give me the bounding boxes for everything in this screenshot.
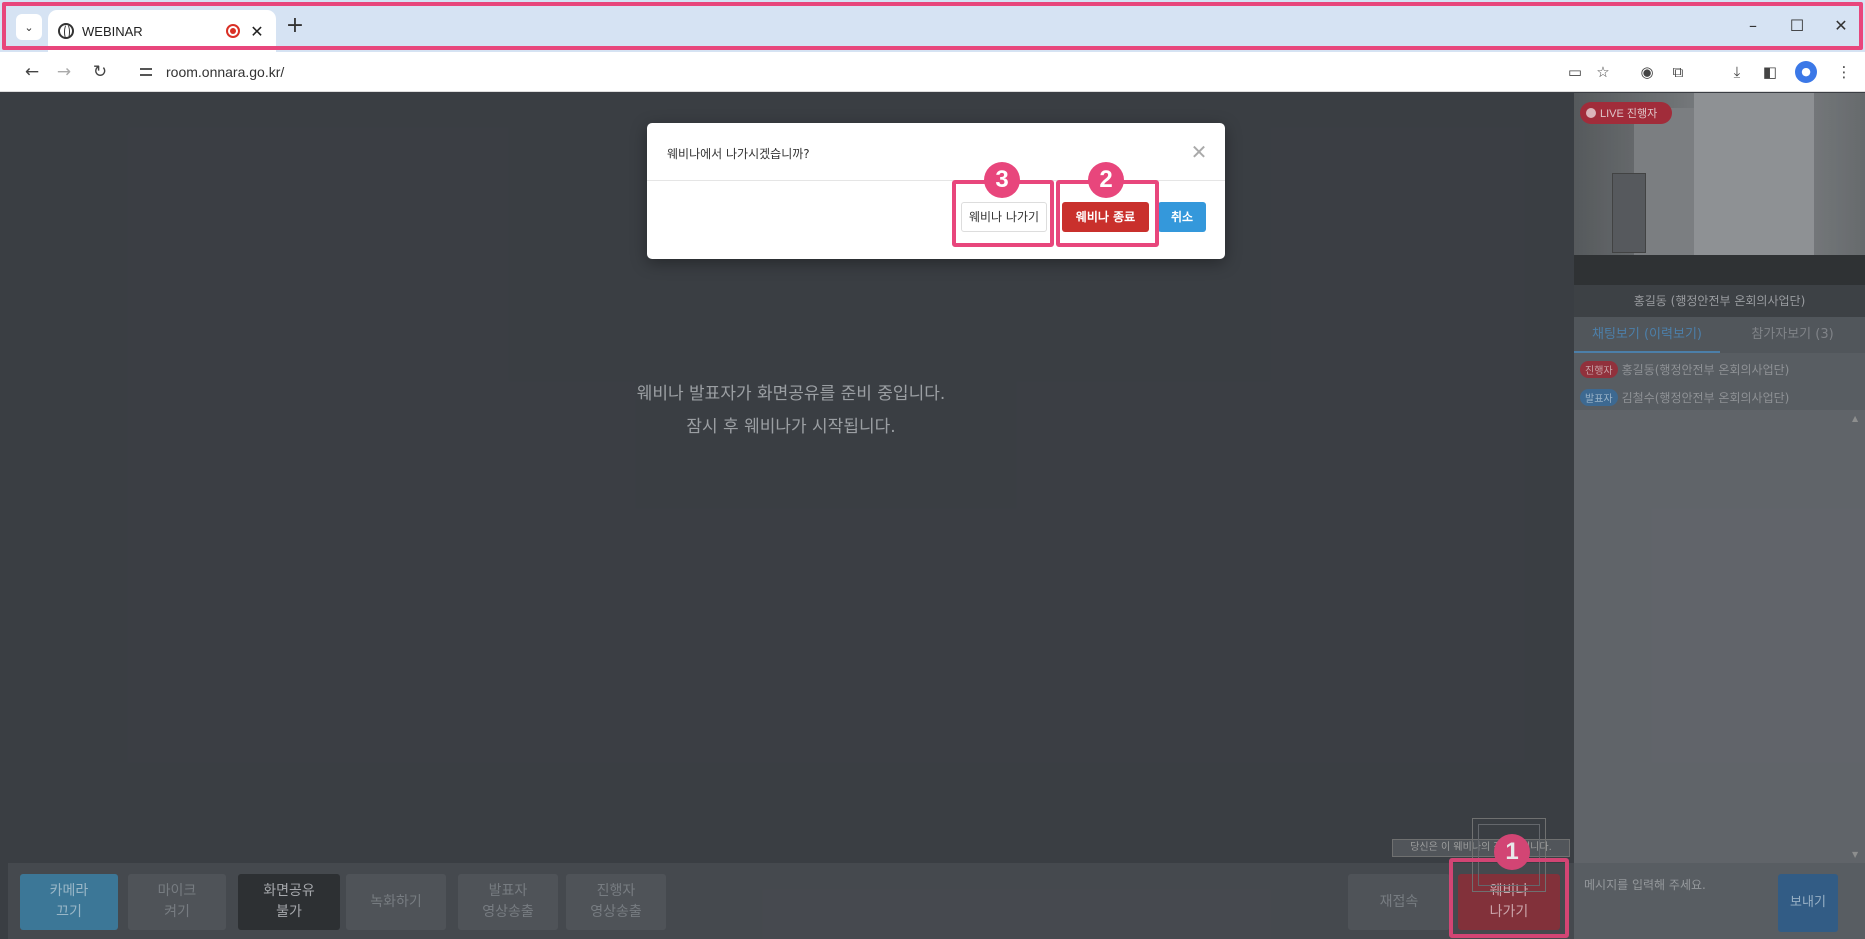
stage-message: 웨비나 발표자가 화면공유를 준비 중입니다. 잠시 후 웨비나가 시작됩니다. bbox=[8, 378, 1574, 444]
dialog-close-icon[interactable]: ✕ bbox=[1187, 140, 1211, 164]
chat-messages-area bbox=[1574, 410, 1865, 863]
participant-row: 발표자 김철수(행정안전부 온회의사업단) bbox=[1580, 386, 1789, 408]
live-dot-icon bbox=[1586, 108, 1596, 118]
step-badge-2: 2 bbox=[1088, 162, 1124, 198]
live-badge: LIVE 진행자 bbox=[1580, 102, 1672, 124]
chat-input[interactable]: 메시지를 입력해 주세요. bbox=[1578, 870, 1772, 934]
maximize-button[interactable]: ☐ bbox=[1779, 12, 1815, 40]
dialog-divider bbox=[647, 180, 1225, 181]
role-badge-host: 진행자 bbox=[1580, 360, 1618, 378]
profile-avatar[interactable]: ● bbox=[1795, 61, 1817, 83]
cast-icon[interactable]: ▭ bbox=[1561, 58, 1589, 86]
back-arrow-icon[interactable]: ← bbox=[18, 58, 46, 86]
host-name-label: 홍길동 (행정안전부 온회의사업단) bbox=[1574, 285, 1865, 317]
record-button[interactable]: 녹화하기 bbox=[346, 874, 446, 930]
cancel-button[interactable]: 취소 bbox=[1158, 202, 1206, 232]
tab-participants[interactable]: 참가자보기 (3) bbox=[1720, 317, 1865, 353]
reconnect-button[interactable]: 재접속 bbox=[1348, 874, 1450, 930]
exit-confirm-dialog: 웨비나에서 나가시겠습니까? ✕ 웨비나 나가기 웨비나 종료 취소 bbox=[647, 123, 1225, 259]
participant-row: 진행자 홍길동(행정안전부 온회의사업단) bbox=[1580, 358, 1789, 380]
browser-tab-bar bbox=[0, 0, 1865, 52]
new-tab-button[interactable]: + bbox=[282, 14, 308, 40]
forward-arrow-icon[interactable]: → bbox=[50, 58, 78, 86]
url-text: room.onnara.go.kr/ bbox=[166, 64, 285, 80]
side-panel-icon[interactable]: ◧ bbox=[1756, 58, 1784, 86]
scroll-down-icon[interactable]: ▼ bbox=[1852, 850, 1858, 859]
tab-chat[interactable]: 채팅보기 (이력보기) bbox=[1574, 317, 1720, 353]
globe-icon bbox=[58, 23, 74, 40]
dialog-title: 웨비나에서 나가시겠습니까? bbox=[667, 147, 810, 161]
camera-off-button[interactable]: 카메라 끄기 bbox=[20, 874, 118, 930]
step-badge-3: 3 bbox=[984, 162, 1020, 198]
step-badge-1: 1 bbox=[1494, 834, 1530, 870]
send-button[interactable]: 보내기 bbox=[1778, 874, 1838, 932]
exit-webinar-button[interactable]: 웨비나 나가기 bbox=[1458, 874, 1560, 930]
more-menu-icon[interactable]: ⋮ bbox=[1830, 58, 1858, 86]
participant-name: 김철수(행정안전부 온회의사업단) bbox=[1621, 390, 1790, 405]
mic-on-button[interactable]: 마이크 켜기 bbox=[128, 874, 226, 930]
host-tooltip: 당신은 이 웨비나의 진행자입니다. bbox=[1392, 839, 1570, 857]
scroll-up-icon[interactable]: ▲ bbox=[1852, 414, 1858, 423]
end-webinar-button[interactable]: 웨비나 종료 bbox=[1062, 202, 1149, 232]
minimize-button[interactable]: – bbox=[1735, 12, 1771, 40]
download-icon[interactable]: ⤓ bbox=[1723, 58, 1751, 86]
stage-message-line2: 잠시 후 웨비나가 시작됩니다. bbox=[686, 417, 896, 437]
stage-message-line1: 웨비나 발표자가 화면공유를 준비 중입니다. bbox=[636, 384, 946, 404]
site-settings-icon[interactable] bbox=[136, 61, 158, 83]
participant-name: 홍길동(행정안전부 온회의사업단) bbox=[1621, 362, 1790, 377]
extensions-puzzle-icon[interactable]: ⧉ bbox=[1664, 58, 1692, 86]
bookmark-star-icon[interactable]: ☆ bbox=[1589, 58, 1617, 86]
tab-title: WEBINAR bbox=[82, 23, 143, 39]
host-video-button[interactable]: 진행자 영상송출 bbox=[566, 874, 666, 930]
reload-icon[interactable]: ↻ bbox=[86, 58, 114, 86]
screen-share-button[interactable]: 화면공유 불가 bbox=[238, 874, 340, 930]
presenter-video-button[interactable]: 발표자 영상송출 bbox=[458, 874, 558, 930]
tab-close-icon[interactable]: ✕ bbox=[248, 22, 266, 41]
extension-shield-icon[interactable]: ◉ bbox=[1633, 58, 1661, 86]
window-close-button[interactable]: ✕ bbox=[1823, 12, 1859, 40]
leave-webinar-button[interactable]: 웨비나 나가기 bbox=[961, 202, 1047, 232]
role-badge-presenter: 발표자 bbox=[1580, 388, 1618, 406]
browser-tab-webinar[interactable]: WEBINAR ✕ bbox=[48, 10, 276, 52]
tab-search-chevron-icon[interactable]: ⌄ bbox=[16, 14, 42, 40]
url-field[interactable]: room.onnara.go.kr/ bbox=[128, 57, 1548, 87]
recording-indicator-icon bbox=[226, 24, 240, 38]
